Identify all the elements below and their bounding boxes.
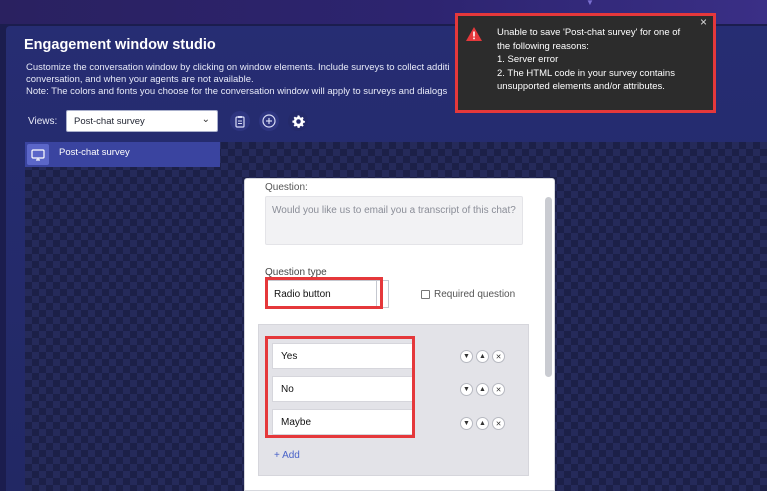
move-up-icon[interactable]: ▲ <box>476 350 489 363</box>
page-description: Customize the conversation window by cli… <box>26 62 466 98</box>
warning-icon <box>466 27 482 41</box>
tab-label: Post-chat survey <box>59 147 130 158</box>
remove-icon[interactable]: ✕ <box>492 350 505 363</box>
question-label: Question: <box>265 182 308 193</box>
move-down-icon[interactable]: ▼ <box>460 383 473 396</box>
move-down-icon[interactable]: ▼ <box>460 417 473 430</box>
error-message: Unable to save 'Post-chat survey' for on… <box>497 26 707 94</box>
page-title: Engagement window studio <box>24 37 216 53</box>
gear-icon <box>291 114 305 128</box>
clipboard-icon <box>235 115 245 128</box>
move-up-icon[interactable]: ▲ <box>476 417 489 430</box>
error-line: 1. Server error <box>497 54 559 65</box>
add-option-link[interactable]: + Add <box>274 450 300 461</box>
remove-icon[interactable]: ✕ <box>492 383 505 396</box>
move-up-icon[interactable]: ▲ <box>476 383 489 396</box>
views-label: Views: <box>28 116 58 127</box>
question-type-label: Question type <box>265 267 327 278</box>
add-icon <box>262 114 276 128</box>
monitor-icon <box>27 144 49 165</box>
survey-editor-panel: Question: Would you like us to email you… <box>244 178 555 491</box>
description-line: conversation, and when your agents are n… <box>26 74 254 85</box>
question-type-select[interactable]: Radio button <box>265 280 389 308</box>
views-select[interactable]: Post-chat survey ⌄ <box>66 110 218 132</box>
chevron-down-icon: ▼ <box>586 0 594 7</box>
required-question-label: Required question <box>434 289 516 300</box>
settings-button[interactable] <box>288 111 308 131</box>
question-input[interactable]: Would you like us to email you a transcr… <box>265 196 523 245</box>
chevron-down-icon: ⌄ <box>201 114 210 125</box>
answer-option-input[interactable]: No <box>272 376 413 402</box>
option-controls: ▼ ▲ ✕ <box>460 383 505 396</box>
question-type-value: Radio button <box>274 289 331 300</box>
views-selected-value: Post-chat survey <box>74 116 145 127</box>
error-line: Unable to save 'Post-chat survey' for on… <box>497 27 681 38</box>
error-line: the following reasons: <box>497 40 589 52</box>
option-controls: ▼ ▲ ✕ <box>460 350 505 363</box>
tab-post-chat-survey[interactable]: Post-chat survey <box>25 142 220 167</box>
scrollbar[interactable] <box>545 197 552 377</box>
answer-options-area: Yes ▼ ▲ ✕ No ▼ ▲ ✕ Maybe ▼ ▲ ✕ + Add <box>258 324 529 476</box>
description-line: Customize the conversation window by cli… <box>26 62 450 73</box>
move-down-icon[interactable]: ▼ <box>460 350 473 363</box>
error-toast: Unable to save 'Post-chat survey' for on… <box>455 13 716 113</box>
answer-option-input[interactable]: Maybe <box>272 409 413 435</box>
required-question-checkbox[interactable]: Required question <box>421 289 515 300</box>
error-line: 2. The HTML code in your survey contains <box>497 67 675 79</box>
remove-icon[interactable]: ✕ <box>492 417 505 430</box>
chevron-down-icon <box>376 281 388 307</box>
add-view-button[interactable] <box>259 111 279 131</box>
clipboard-button[interactable] <box>230 111 250 131</box>
checkbox-icon <box>421 290 430 299</box>
error-line: unsupported elements and/or attributes. <box>497 81 665 92</box>
answer-option-input[interactable]: Yes <box>272 343 413 369</box>
option-controls: ▼ ▲ ✕ <box>460 417 505 430</box>
description-line: Note: The colors and fonts you choose fo… <box>26 86 448 97</box>
close-icon[interactable]: × <box>700 15 707 30</box>
